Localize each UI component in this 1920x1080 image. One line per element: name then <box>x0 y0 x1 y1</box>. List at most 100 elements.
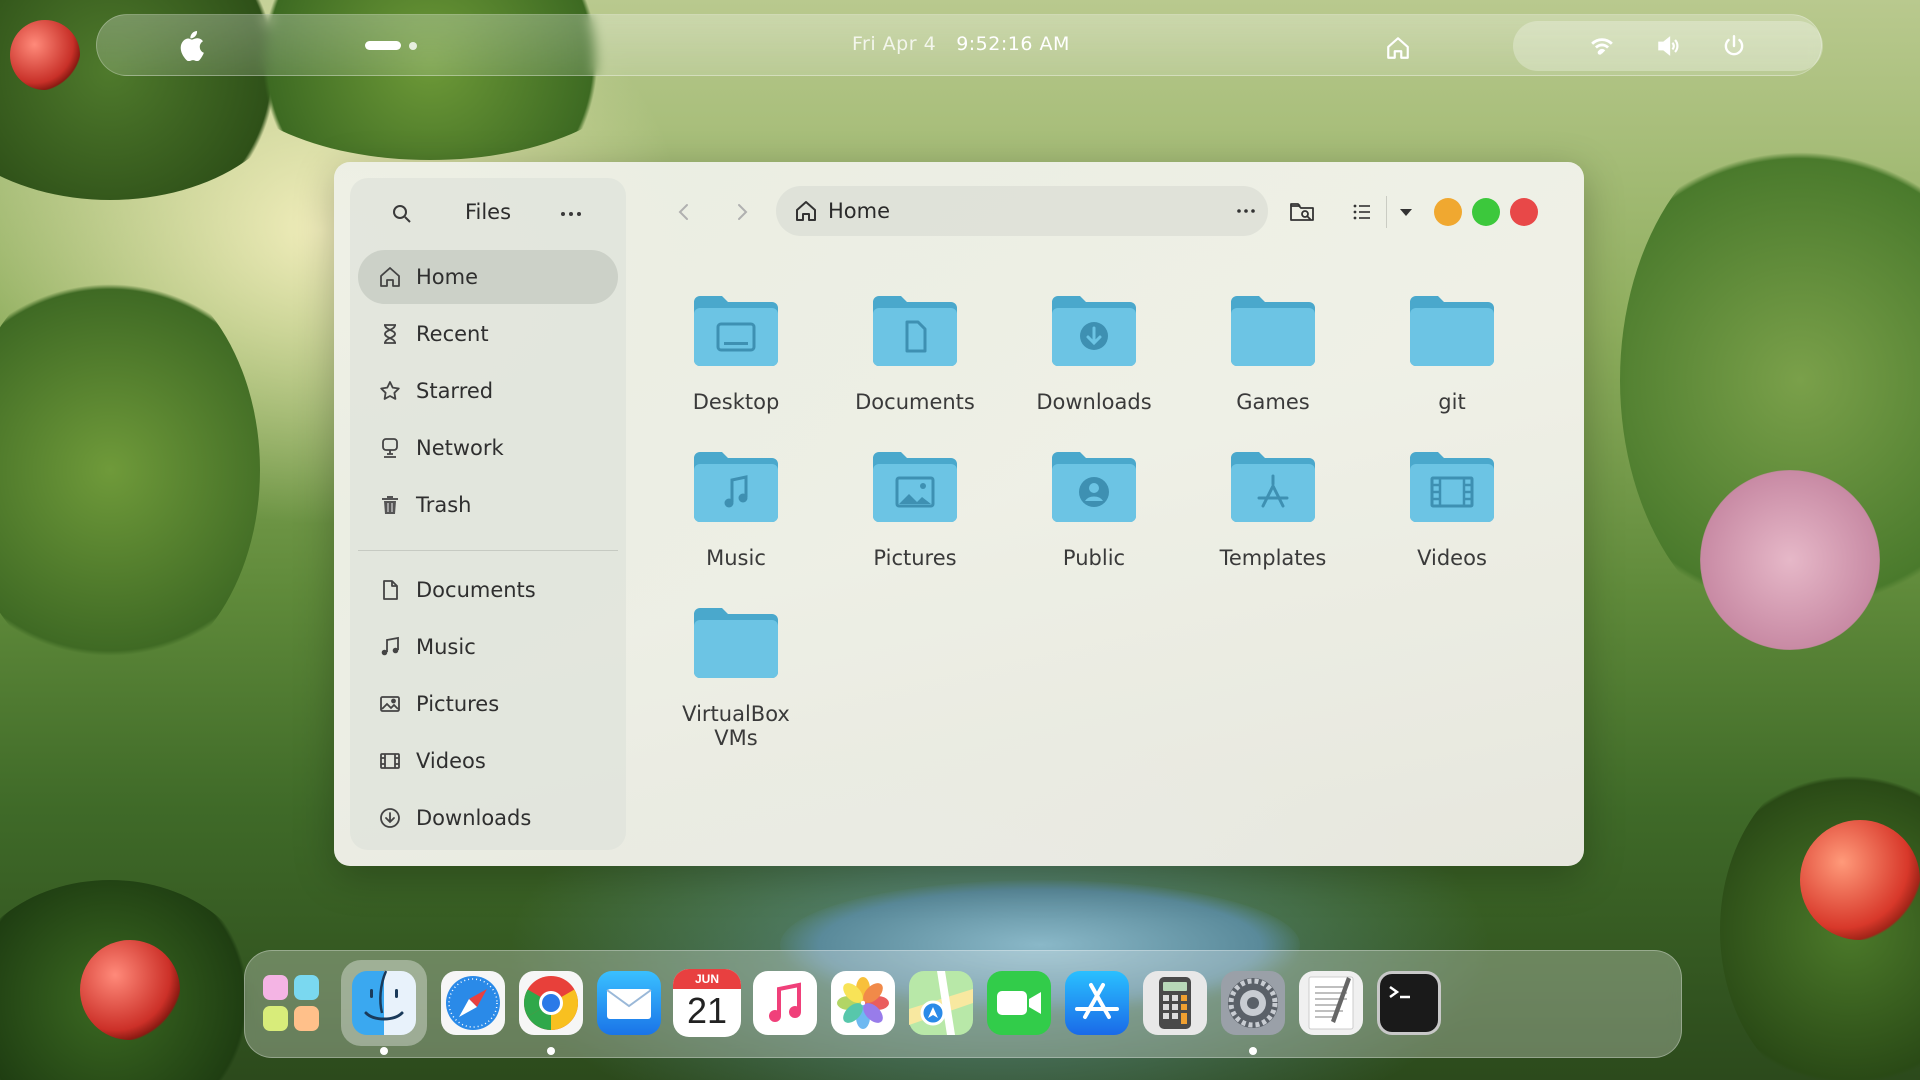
folder-item[interactable]: Pictures <box>835 448 995 570</box>
folder-templates-icon <box>1231 452 1315 522</box>
dock: JUN 21 <box>244 950 1682 1058</box>
workspace-dot[interactable] <box>409 41 417 50</box>
back-button[interactable] <box>670 198 698 226</box>
launchpad-icon[interactable] <box>257 969 325 1037</box>
maximize-button[interactable] <box>1472 198 1500 226</box>
sidebar-item-label: Home <box>416 265 479 289</box>
minimize-button[interactable] <box>1434 198 1462 226</box>
folder-virtualbox-icon <box>694 608 778 678</box>
video-icon <box>380 753 400 769</box>
sidebar-item-label: Pictures <box>416 692 500 716</box>
folder-public-icon <box>1052 452 1136 522</box>
calendar-day: 21 <box>686 990 728 1031</box>
list-view-button[interactable] <box>1348 198 1376 226</box>
music-app-icon[interactable] <box>751 969 819 1037</box>
document-icon <box>383 580 398 600</box>
folder-label: VirtualBox VMs <box>682 702 790 750</box>
system-tray[interactable] <box>1513 21 1823 71</box>
chrome-icon[interactable] <box>517 969 585 1037</box>
folder-item[interactable]: Music <box>656 448 816 570</box>
app-store-icon[interactable] <box>1063 969 1131 1037</box>
sidebar-item-label: Network <box>416 436 504 460</box>
folder-item[interactable]: git <box>1372 292 1532 414</box>
folder-label: Videos <box>1417 546 1487 570</box>
folder-item[interactable]: VirtualBox VMs <box>656 604 816 750</box>
more-icon[interactable] <box>1234 199 1258 223</box>
path-label: Home <box>828 199 891 223</box>
sidebar-item-network[interactable]: Network <box>358 421 618 475</box>
sidebar-item-starred[interactable]: Starred <box>358 364 618 418</box>
terminal-icon[interactable] <box>1375 969 1443 1037</box>
volume-icon[interactable] <box>1655 33 1681 59</box>
sidebar-item-documents[interactable]: Documents <box>358 563 618 617</box>
download-icon <box>380 808 400 828</box>
files-window: Files Home Recent Starred Network Trash … <box>334 162 1584 866</box>
clock-date: Fri Apr 4 <box>852 33 937 55</box>
sidebar: Files Home Recent Starred Network Trash … <box>350 178 626 850</box>
folder-videos-icon <box>1410 452 1494 522</box>
folder-pictures-icon <box>873 452 957 522</box>
workspace-active[interactable] <box>365 41 401 50</box>
home-icon <box>380 267 400 287</box>
folder-item[interactable]: Downloads <box>1014 292 1174 414</box>
calendar-icon[interactable]: JUN 21 <box>673 969 741 1037</box>
folder-label: Public <box>1062 546 1126 570</box>
finder-icon <box>352 970 416 1035</box>
forward-button[interactable] <box>728 198 756 226</box>
sidebar-item-home[interactable]: Home <box>358 250 618 304</box>
mail-icon[interactable] <box>595 969 663 1037</box>
network-icon <box>382 438 398 458</box>
finder-dock-slot[interactable] <box>341 960 427 1046</box>
sidebar-item-recent[interactable]: Recent <box>358 307 618 361</box>
sidebar-item-pictures[interactable]: Pictures <box>358 677 618 731</box>
folder-label: Downloads <box>1036 390 1152 414</box>
sidebar-item-videos[interactable]: Videos <box>358 734 618 788</box>
folder-music-icon <box>694 452 778 522</box>
picture-icon <box>380 696 400 712</box>
recent-icon <box>384 324 396 344</box>
sidebar-item-trash[interactable]: Trash <box>358 478 618 532</box>
more-icon[interactable] <box>558 202 584 226</box>
music-icon <box>381 636 399 656</box>
safari-icon[interactable] <box>439 969 507 1037</box>
maps-icon[interactable] <box>907 969 975 1037</box>
sidebar-item-music[interactable]: Music <box>358 620 618 674</box>
facetime-icon[interactable] <box>985 969 1053 1037</box>
folder-documents-icon <box>873 296 957 366</box>
wifi-icon[interactable] <box>1589 33 1615 59</box>
folder-item[interactable]: Games <box>1193 292 1353 414</box>
folder-item[interactable]: Templates <box>1193 448 1353 570</box>
star-icon <box>380 381 400 400</box>
clock[interactable]: Fri Apr 4 9:52:16 AM <box>852 33 1070 55</box>
textedit-icon[interactable] <box>1297 969 1365 1037</box>
photos-icon[interactable] <box>829 969 897 1037</box>
path-bar[interactable]: Home <box>776 186 1268 236</box>
folder-item[interactable]: Public <box>1014 448 1174 570</box>
folder-label: Desktop <box>692 390 780 414</box>
calendar-month: JUN <box>673 969 741 989</box>
folder-label: Games <box>1236 390 1310 414</box>
folder-item[interactable]: Documents <box>835 292 995 414</box>
workspace-indicator[interactable] <box>365 41 417 50</box>
sidebar-item-downloads[interactable]: Downloads <box>358 791 618 845</box>
sidebar-item-label: Downloads <box>416 806 532 830</box>
folder-item[interactable]: Videos <box>1372 448 1532 570</box>
running-indicator <box>380 1047 388 1055</box>
running-indicator <box>1249 1047 1257 1055</box>
calculator-icon[interactable] <box>1141 969 1209 1037</box>
apple-menu-icon[interactable] <box>179 31 205 61</box>
folder-label: Pictures <box>873 546 957 570</box>
toolbar-separator <box>1386 196 1387 228</box>
power-icon[interactable] <box>1721 33 1747 59</box>
new-folder-search-button[interactable] <box>1288 198 1316 226</box>
folder-item[interactable]: Desktop <box>656 292 816 414</box>
home-icon[interactable] <box>1385 35 1411 61</box>
folder-desktop-icon <box>694 296 778 366</box>
home-icon <box>796 201 816 221</box>
folder-label: Music <box>706 546 766 570</box>
sidebar-separator <box>358 550 618 551</box>
view-options-dropdown[interactable] <box>1392 198 1420 226</box>
folder-label: git <box>1438 390 1466 414</box>
system-settings-icon[interactable] <box>1219 969 1287 1037</box>
close-button[interactable] <box>1510 198 1538 226</box>
